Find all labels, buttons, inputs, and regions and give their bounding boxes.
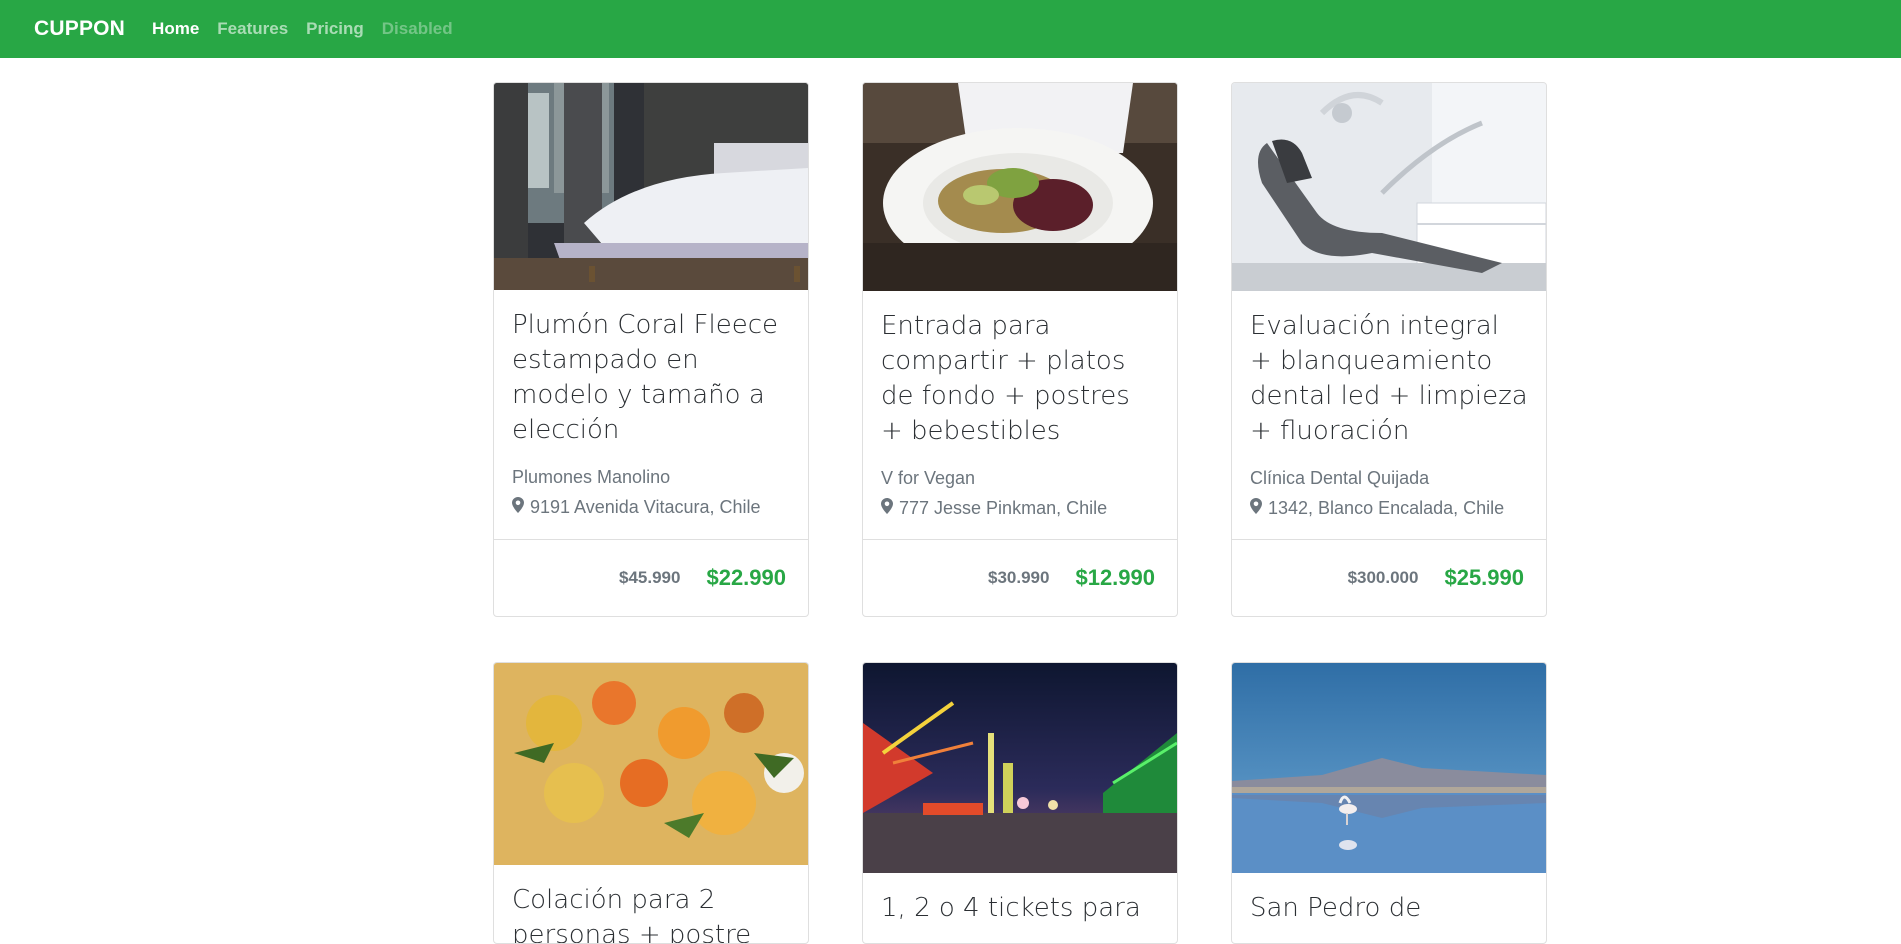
deal-merchant: V for Vegan [881,468,976,488]
bedroom-photo[interactable] [494,83,808,290]
old-price: $45.990 [619,568,681,587]
new-price: $22.990 [706,565,786,590]
salad-plate-photo[interactable] [863,83,1177,291]
deal-card[interactable]: Evaluación integral + blanqueamiento den… [1231,82,1547,617]
deal-title[interactable]: Colación para 2 personas + postre [512,883,790,943]
deal-title[interactable]: Entrada para compartir + platos de fondo… [881,309,1159,449]
deal-address-text: 9191 Avenida Vitacura, Chile [530,497,761,517]
old-price: $300.000 [1347,568,1419,587]
deal-merchant: Plumones Manolino [512,467,671,487]
deal-card[interactable]: 1, 2 o 4 tickets para [862,662,1178,944]
deal-title[interactable]: 1, 2 o 4 tickets para [881,891,1159,926]
deal-card[interactable]: Colación para 2 personas + postre [493,662,809,944]
new-price: $12.990 [1075,565,1155,590]
dental-chair-photo[interactable] [1232,83,1546,291]
deal-address-text: 1342, Blanco Encalada, Chile [1268,498,1505,518]
old-price: $30.990 [988,568,1050,587]
deal-merchant: Clínica Dental Quijada [1250,468,1430,488]
nav-disabled: Disabled [381,19,453,38]
deal-card[interactable]: Entrada para compartir + platos de fondo… [862,82,1178,617]
deal-price-footer: $300.000 $25.990 [1232,539,1546,616]
amusement-park-photo[interactable] [863,663,1177,873]
top-navbar: CUPPON Home Features Pricing Disabled [0,0,1901,58]
map-marker-icon [512,496,524,518]
map-marker-icon [881,497,893,519]
deal-price-footer: $45.990 $22.990 [494,539,808,616]
deal-title[interactable]: Evaluación integral + blanqueamiento den… [1250,309,1528,449]
deal-card[interactable]: Plumón Coral Fleece estampado en modelo … [493,82,809,617]
brand-logo[interactable]: CUPPON [34,17,125,41]
new-price: $25.990 [1444,565,1524,590]
deal-address-text: 777 Jesse Pinkman, Chile [899,498,1108,518]
deal-address: 9191 Avenida Vitacura, Chile [512,496,790,518]
deal-card[interactable]: San Pedro de [1231,662,1547,944]
salt-flat-flamingo-photo[interactable] [1232,663,1546,873]
deal-address: 1342, Blanco Encalada, Chile [1250,497,1528,519]
map-marker-icon [1250,497,1262,519]
food-dish-photo[interactable] [494,663,808,865]
deal-price-footer: $30.990 $12.990 [863,539,1177,616]
nav-home[interactable]: Home [152,19,199,39]
deal-title[interactable]: Plumón Coral Fleece estampado en modelo … [512,308,790,448]
deal-title[interactable]: San Pedro de [1250,891,1528,926]
nav-pricing[interactable]: Pricing [306,19,364,39]
nav-features[interactable]: Features [217,19,288,39]
deal-address: 777 Jesse Pinkman, Chile [881,497,1159,519]
